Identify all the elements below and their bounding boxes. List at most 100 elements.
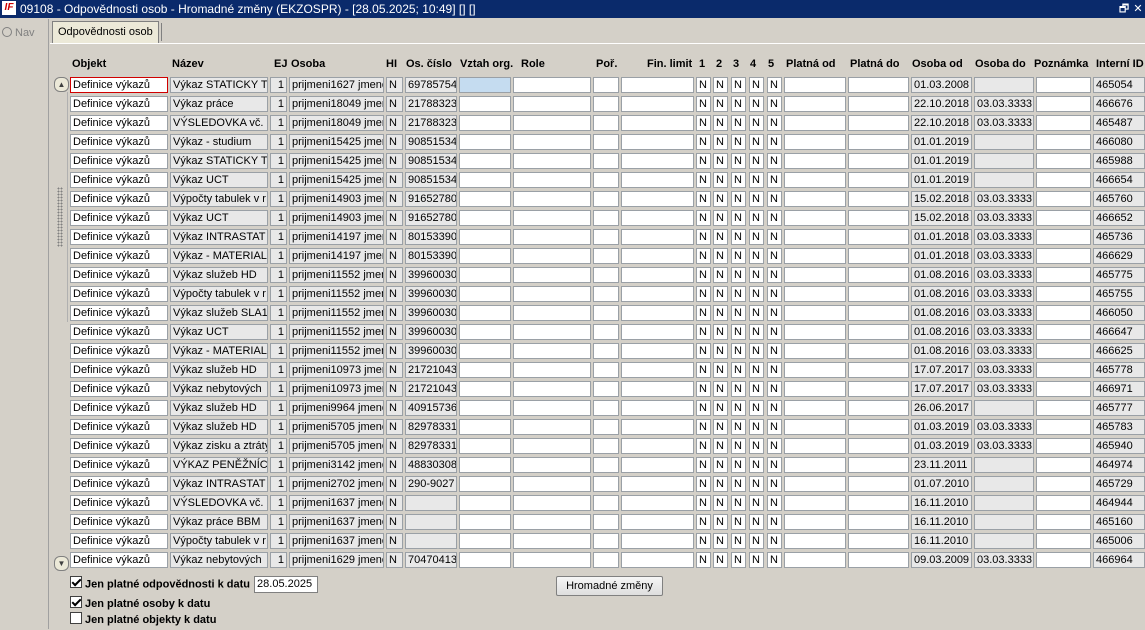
cell-c5[interactable]: N — [767, 419, 782, 435]
cell-por[interactable] — [593, 533, 619, 549]
cell-ej[interactable]: 1 — [270, 476, 287, 492]
cell-id[interactable]: 465160 — [1093, 514, 1145, 530]
cell-ej[interactable]: 1 — [270, 324, 287, 340]
cell-id[interactable]: 465760 — [1093, 191, 1145, 207]
cell-por[interactable] — [593, 495, 619, 511]
cell-osobado[interactable]: 03.03.3333 — [974, 552, 1034, 568]
cell-platod[interactable] — [784, 552, 846, 568]
cell-objekt[interactable]: Definice výkazů — [70, 476, 168, 492]
cell-ej[interactable]: 1 — [270, 400, 287, 416]
cell-osobaod[interactable]: 17.07.2017 — [911, 381, 972, 397]
cell-objekt[interactable]: Definice výkazů — [70, 191, 168, 207]
cell-pozn[interactable] — [1036, 457, 1091, 473]
cell-oscislo[interactable]: 39960030 — [405, 305, 457, 321]
cell-role[interactable] — [513, 438, 591, 454]
cell-c5[interactable]: N — [767, 552, 782, 568]
cell-osoba[interactable]: prijmeni1637 jmeno — [289, 495, 384, 511]
column-header[interactable]: Role — [521, 58, 545, 70]
cell-vztah[interactable] — [459, 210, 511, 226]
column-header[interactable]: Osoba do — [975, 58, 1026, 70]
column-header[interactable]: 3 — [733, 58, 739, 70]
cell-osobaod[interactable]: 23.11.2011 — [911, 457, 972, 473]
cell-por[interactable] — [593, 153, 619, 169]
cell-nazev[interactable]: Výkaz služeb HD — [170, 362, 268, 378]
cell-c1[interactable]: N — [696, 172, 711, 188]
cell-platod[interactable] — [784, 286, 846, 302]
cell-nazev[interactable]: VÝSLEDOVKA vč. — [170, 115, 268, 131]
cell-oscislo[interactable]: 91652780 — [405, 191, 457, 207]
cell-fin[interactable] — [621, 172, 694, 188]
cell-pozn[interactable] — [1036, 96, 1091, 112]
column-header[interactable]: 1 — [699, 58, 705, 70]
cell-osobaod[interactable]: 01.08.2016 — [911, 286, 972, 302]
cell-nazev[interactable]: Výkaz nebytových — [170, 381, 268, 397]
cell-role[interactable] — [513, 343, 591, 359]
cell-nazev[interactable]: Výpočty tabulek v r — [170, 191, 268, 207]
cell-osobado[interactable] — [974, 77, 1034, 93]
cell-fin[interactable] — [621, 267, 694, 283]
cell-osobado[interactable]: 03.03.3333 — [974, 96, 1034, 112]
cell-vztah[interactable] — [459, 172, 511, 188]
cell-platod[interactable] — [784, 514, 846, 530]
cell-por[interactable] — [593, 134, 619, 150]
cell-c5[interactable]: N — [767, 96, 782, 112]
cell-oscislo[interactable] — [405, 514, 457, 530]
cell-c1[interactable]: N — [696, 514, 711, 530]
cell-osobado[interactable]: 03.03.3333 — [974, 267, 1034, 283]
cell-c5[interactable]: N — [767, 457, 782, 473]
cell-nazev[interactable]: Výkaz - MATERIAL — [170, 343, 268, 359]
column-header[interactable]: Platná od — [786, 58, 836, 70]
cell-ej[interactable]: 1 — [270, 419, 287, 435]
cell-c4[interactable]: N — [749, 153, 764, 169]
cell-platdo[interactable] — [848, 134, 909, 150]
cell-por[interactable] — [593, 324, 619, 340]
table-row[interactable]: Definice výkazů Výpočty tabulek v r 1 prijm… — [0, 532, 1145, 551]
cell-hi[interactable]: N — [386, 286, 403, 302]
cell-osobado[interactable] — [974, 400, 1034, 416]
cell-c2[interactable]: N — [713, 533, 728, 549]
cell-platod[interactable] — [784, 343, 846, 359]
cell-c1[interactable]: N — [696, 400, 711, 416]
cell-oscislo[interactable]: 80153390 — [405, 248, 457, 264]
cell-ej[interactable]: 1 — [270, 495, 287, 511]
cell-platdo[interactable] — [848, 229, 909, 245]
cell-por[interactable] — [593, 172, 619, 188]
cell-ej[interactable]: 1 — [270, 248, 287, 264]
cell-c1[interactable]: N — [696, 381, 711, 397]
cell-objekt[interactable]: Definice výkazů — [70, 457, 168, 473]
cell-platod[interactable] — [784, 96, 846, 112]
cell-c4[interactable]: N — [749, 96, 764, 112]
cell-por[interactable] — [593, 400, 619, 416]
cell-c5[interactable]: N — [767, 533, 782, 549]
cell-c1[interactable]: N — [696, 210, 711, 226]
cell-c2[interactable]: N — [713, 400, 728, 416]
cell-c1[interactable]: N — [696, 419, 711, 435]
table-row[interactable]: Definice výkazů Výkaz zisku a ztráty 1 prij… — [0, 437, 1145, 456]
cell-oscislo[interactable] — [405, 495, 457, 511]
cell-nazev[interactable]: Výkaz - studium — [170, 134, 268, 150]
table-row[interactable]: Definice výkazů Výkaz práce BBM 1 prijmeni1… — [0, 513, 1145, 532]
cell-c1[interactable]: N — [696, 248, 711, 264]
cell-role[interactable] — [513, 495, 591, 511]
cell-hi[interactable]: N — [386, 533, 403, 549]
cell-c4[interactable]: N — [749, 362, 764, 378]
cell-id[interactable]: 465778 — [1093, 362, 1145, 378]
cell-c4[interactable]: N — [749, 77, 764, 93]
filter-platne-odpovednosti[interactable]: Jen platné odpovědnosti k datu 28.05.2025 — [70, 576, 319, 593]
cell-c1[interactable]: N — [696, 191, 711, 207]
table-row[interactable]: Definice výkazů Výkaz - studium 1 prijmeni1… — [0, 133, 1145, 152]
cell-c2[interactable]: N — [713, 324, 728, 340]
cell-vztah[interactable] — [459, 438, 511, 454]
cell-fin[interactable] — [621, 381, 694, 397]
cell-ej[interactable]: 1 — [270, 362, 287, 378]
cell-pozn[interactable] — [1036, 533, 1091, 549]
cell-osobado[interactable]: 03.03.3333 — [974, 248, 1034, 264]
cell-fin[interactable] — [621, 77, 694, 93]
cell-id[interactable]: 465783 — [1093, 419, 1145, 435]
cell-c5[interactable]: N — [767, 153, 782, 169]
cell-ej[interactable]: 1 — [270, 552, 287, 568]
cell-c4[interactable]: N — [749, 305, 764, 321]
cell-osobaod[interactable]: 01.01.2018 — [911, 248, 972, 264]
cell-role[interactable] — [513, 305, 591, 321]
cell-pozn[interactable] — [1036, 305, 1091, 321]
